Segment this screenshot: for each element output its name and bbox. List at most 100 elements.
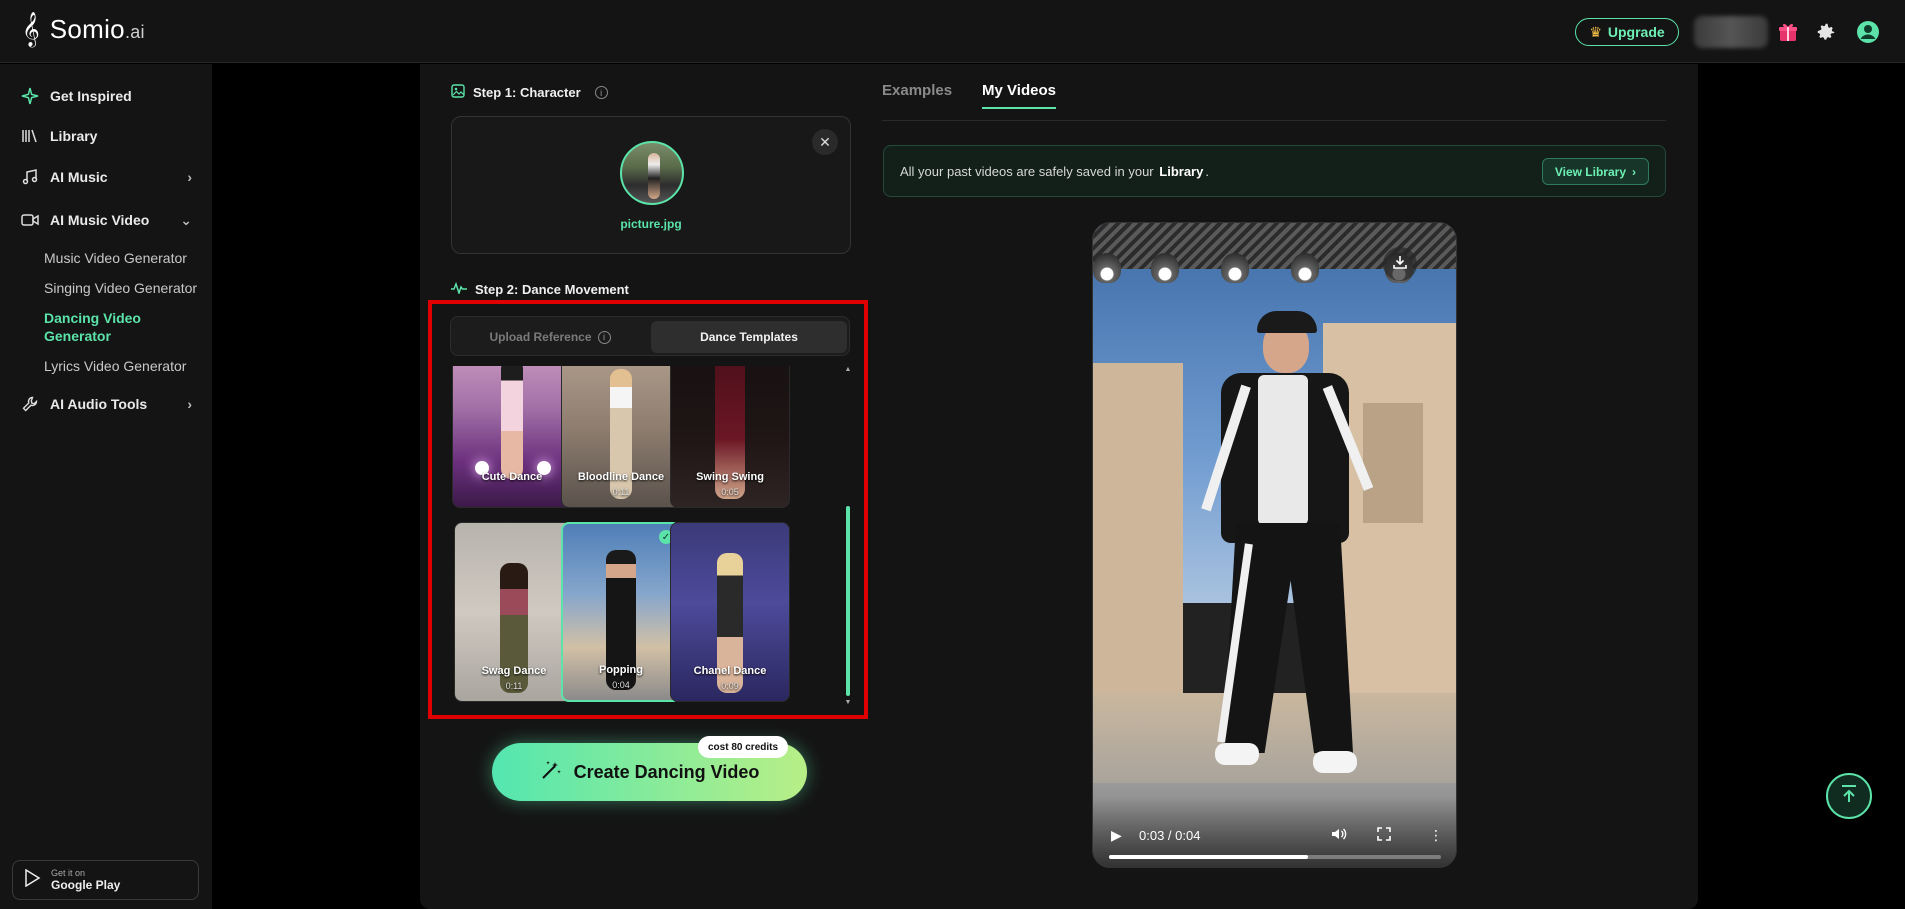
scroll-up-arrow[interactable]: ▲ (844, 366, 852, 373)
remove-character-button[interactable]: ✕ (812, 129, 838, 155)
chevron-down-icon: ⌄ (180, 211, 192, 228)
template-name: Cute Dance (481, 471, 543, 483)
credits-blurred (1694, 16, 1768, 48)
sub-item-dancing-video-generator[interactable]: Dancing Video Generator (44, 309, 154, 345)
gear-icon[interactable] (1812, 18, 1840, 46)
character-file-name: picture.jpg (620, 217, 682, 231)
magic-wand-icon (540, 759, 562, 786)
template-card[interactable]: Swing Swing 0:05 (670, 366, 790, 508)
video-player[interactable]: ▶ 0:03 / 0:04 ⋮ (1092, 222, 1457, 868)
step2-label: Step 2: Dance Movement (475, 281, 629, 297)
logo[interactable]: 𝄞 Somio.ai (22, 14, 145, 45)
chevron-right-icon: › (187, 169, 192, 185)
tab-examples[interactable]: Examples (882, 82, 952, 109)
chevron-right-icon: › (1632, 164, 1636, 179)
template-card[interactable]: Bloodline Dance 0:11 (561, 366, 681, 508)
user-avatar-icon[interactable] (1854, 18, 1882, 46)
template-card[interactable]: Cute Dance (452, 366, 572, 508)
chevron-right-icon: › (187, 396, 192, 412)
template-name: Bloodline Dance (577, 471, 665, 483)
template-duration: 0:04 (612, 680, 630, 690)
tab-upload-reference[interactable]: Upload Reference i (455, 321, 645, 353)
info-icon[interactable]: i (597, 330, 611, 344)
tab-dance-templates[interactable]: Dance Templates (651, 321, 847, 353)
notice-post: . (1205, 163, 1209, 179)
crown-icon: ♛ (1589, 23, 1602, 40)
notice-library: Library (1159, 163, 1204, 179)
template-name: Swing Swing (696, 471, 764, 483)
sparkle-icon (20, 86, 40, 106)
app-name: Somio (49, 14, 125, 44)
sidebar-item-label: AI Audio Tools (50, 396, 148, 412)
sidebar-item-label: Get Inspired (50, 88, 132, 104)
info-icon[interactable]: i (594, 86, 608, 99)
video-progress-fill (1109, 855, 1309, 859)
google-play-small: Get it on (51, 868, 86, 878)
sidebar-item-label: AI Music Video (50, 212, 150, 228)
step2-heading: Step 2: Dance Movement (451, 281, 629, 297)
volume-icon[interactable] (1331, 827, 1347, 844)
scroll-down-arrow[interactable]: ▼ (844, 699, 852, 706)
templates-scrollbar[interactable]: ▲ ▼ (844, 366, 852, 706)
google-play-icon (25, 868, 41, 892)
video-timecode: 0:03 / 0:04 (1139, 828, 1201, 843)
character-upload-box[interactable]: picture.jpg ✕ (451, 116, 851, 254)
sidebar-item-ai-audio-tools[interactable]: AI Audio Tools › (20, 394, 192, 414)
sidebar-item-ai-music-video[interactable]: AI Music Video ⌄ (20, 210, 192, 230)
dance-templates-grid: Cute Dance Bloodline Dance 0:11 Swing Sw… (452, 366, 846, 706)
step1-label: Step 1: Character (473, 85, 581, 100)
cost-badge: cost 80 credits (698, 736, 789, 758)
sidebar-item-ai-music[interactable]: AI Music › (20, 167, 192, 187)
dance-source-toggle: Upload Reference i Dance Templates (450, 316, 850, 356)
top-bar: 𝄞 Somio.ai ♛ Upgrade (0, 0, 1905, 63)
sidebar-item-get-inspired[interactable]: Get Inspired (20, 86, 192, 106)
close-icon: ✕ (819, 133, 831, 150)
more-options-icon[interactable]: ⋮ (1429, 827, 1443, 844)
logo-glyph: 𝄞 (22, 11, 40, 47)
template-name: Swag Dance (481, 665, 547, 677)
template-duration: 0:09 (721, 681, 739, 691)
template-name: Popping (599, 664, 643, 676)
google-play-button[interactable]: Get it on Google Play (12, 860, 199, 900)
template-card[interactable]: Swag Dance 0:11 (454, 522, 574, 702)
video-camera-icon (20, 210, 40, 230)
upgrade-label: Upgrade (1607, 24, 1665, 40)
app-name-suffix: .ai (124, 22, 145, 42)
character-thumbnail (620, 141, 684, 205)
sidebar: Get Inspired Library AI Music › AI Music… (0, 64, 212, 909)
sidebar-item-library[interactable]: Library (20, 126, 192, 146)
step1-heading: Step 1: Character i (451, 84, 608, 101)
scrollbar-thumb[interactable] (846, 506, 850, 696)
download-icon (1392, 254, 1408, 275)
results-tabs: Examples My Videos (882, 82, 1056, 109)
view-library-button[interactable]: View Library › (1541, 158, 1649, 185)
tab-my-videos[interactable]: My Videos (982, 82, 1056, 109)
music-note-icon (20, 167, 40, 187)
notice-pre: All your past videos are safely saved in… (900, 163, 1154, 179)
template-card[interactable]: Chanel Dance 0:09 (670, 522, 790, 702)
dance-movement-panel: Upload Reference i Dance Templates Cute … (428, 300, 868, 719)
sub-item-singing-video-generator[interactable]: Singing Video Generator (44, 279, 204, 297)
sidebar-item-label: Library (50, 128, 98, 144)
upgrade-button[interactable]: ♛ Upgrade (1575, 18, 1679, 46)
video-controls: ▶ 0:03 / 0:04 ⋮ (1093, 797, 1456, 867)
back-to-top-button[interactable] (1826, 773, 1872, 819)
play-icon[interactable]: ▶ (1111, 827, 1122, 844)
sub-item-lyrics-video-generator[interactable]: Lyrics Video Generator (44, 357, 204, 375)
template-duration: 0:11 (505, 681, 523, 691)
wrench-icon (20, 394, 40, 414)
fullscreen-icon[interactable] (1377, 827, 1391, 844)
template-card-selected[interactable]: ✓ Popping 0:04 (561, 522, 681, 702)
video-progress-bar[interactable] (1109, 855, 1441, 859)
download-button[interactable] (1383, 247, 1417, 281)
google-play-big: Google Play (51, 878, 121, 892)
library-icon (20, 126, 40, 146)
arrow-up-icon (1838, 783, 1860, 810)
image-icon (451, 84, 465, 101)
sub-item-music-video-generator[interactable]: Music Video Generator (44, 249, 204, 267)
sidebar-item-label: AI Music (50, 169, 108, 185)
gift-icon[interactable] (1774, 18, 1802, 46)
create-label: Create Dancing Video (573, 761, 760, 782)
template-name: Chanel Dance (693, 665, 767, 677)
template-duration: 0:05 (721, 487, 739, 497)
